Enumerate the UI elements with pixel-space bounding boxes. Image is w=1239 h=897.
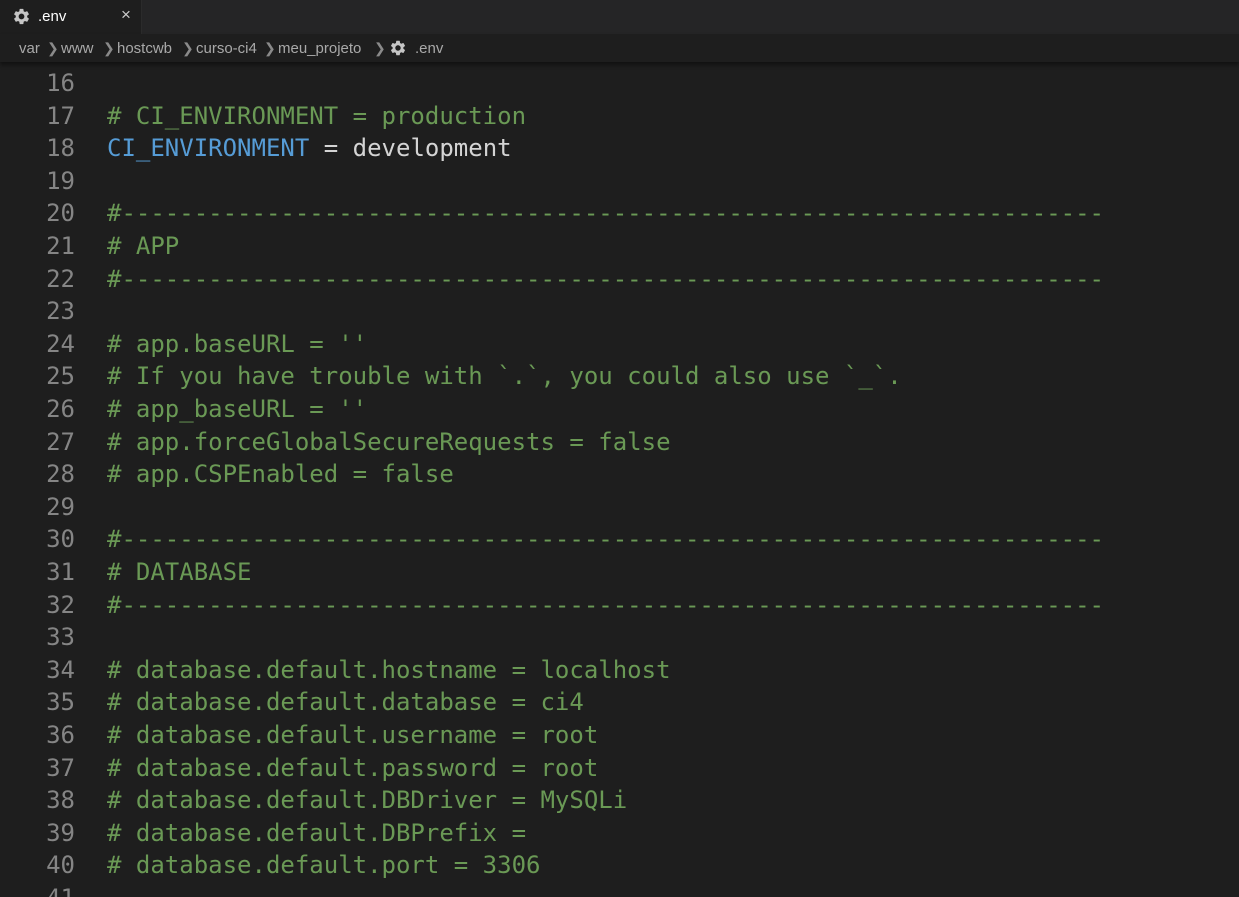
tab-bar: .env ×	[0, 0, 1239, 34]
code-line[interactable]: 21 # APP	[0, 230, 1239, 262]
code-line[interactable]: 26 # app_baseURL = ''	[0, 393, 1239, 425]
code-line[interactable]: 38 # database.default.DBDriver = MySQLi	[0, 784, 1239, 816]
line-number: 25	[46, 362, 75, 391]
line-number: 16	[46, 69, 75, 97]
line-number: 18	[46, 134, 75, 163]
line-code: # app.forceGlobalSecureRequests = false	[107, 427, 671, 456]
line-number: 23	[46, 297, 75, 326]
line-number: 19	[46, 166, 75, 195]
code-line[interactable]: 31 # DATABASE	[0, 556, 1239, 588]
code-line[interactable]: 39 # database.default.DBPrefix =	[0, 817, 1239, 849]
code-line[interactable]: 32 #-------------------------------------…	[0, 589, 1239, 621]
code-line[interactable]: 19	[0, 165, 1239, 197]
line-number: 28	[46, 460, 75, 489]
line-number: 26	[46, 395, 75, 423]
tab-label: .env	[38, 8, 67, 25]
line-code: #---------------------------------------…	[107, 199, 1104, 228]
breadcrumb-item-hostcwb[interactable]: hostcwb	[117, 40, 172, 57]
breadcrumb-item-www[interactable]: www	[61, 40, 94, 57]
code-line[interactable]: 33	[0, 621, 1239, 653]
line-code: # DATABASE	[107, 558, 252, 586]
line-number: 40	[46, 851, 75, 880]
line-code: # database.default.DBPrefix =	[107, 818, 527, 847]
line-code: # database.default.port = 3306	[107, 851, 541, 880]
line-code: # database.default.database = ci4	[107, 688, 584, 717]
line-code: # database.default.hostname = localhost	[107, 655, 671, 684]
line-code: # app.baseURL = ''	[107, 329, 368, 358]
line-number: 33	[46, 623, 75, 652]
code-line[interactable]: 29	[0, 491, 1239, 523]
code-line[interactable]: 40 # database.default.port = 3306	[0, 849, 1239, 881]
line-number: 24	[46, 329, 75, 358]
line-number: 35	[46, 688, 75, 717]
breadcrumb: var ❯ www ❯ hostcwb ❯ curso-ci4 ❯ meu_pr…	[0, 34, 1239, 62]
line-number: 37	[46, 753, 75, 782]
tab-env[interactable]: .env ×	[0, 0, 142, 34]
line-number: 17	[46, 101, 75, 130]
line-code: # database.default.username = root	[107, 721, 599, 749]
line-number: 34	[46, 655, 75, 684]
code-line[interactable]: 37 # database.default.password = root	[0, 752, 1239, 784]
line-number: 36	[46, 721, 75, 749]
line-code: #---------------------------------------…	[107, 264, 1104, 293]
code-line[interactable]: 34 # database.default.hostname = localhos…	[0, 654, 1239, 686]
line-code: # database.default.password = root	[107, 753, 599, 782]
env-value: = development	[309, 134, 512, 163]
chevron-right-icon: ❯	[374, 40, 386, 56]
line-code: #---------------------------------------…	[107, 590, 1104, 619]
code-line[interactable]: 35 # database.default.database = ci4	[0, 686, 1239, 718]
code-line[interactable]: 25 # If you have trouble with `.`, you co…	[0, 360, 1239, 392]
chevron-right-icon: ❯	[103, 40, 115, 56]
env-key: CI_ENVIRONMENT	[107, 134, 310, 163]
code-line[interactable]: 41	[0, 882, 1239, 897]
line-number: 27	[46, 427, 75, 456]
line-number: 38	[46, 786, 75, 815]
code-line[interactable]: 30 #-------------------------------------…	[0, 523, 1239, 555]
breadcrumb-item-meu-projeto[interactable]: meu_projeto	[278, 40, 361, 57]
code-line[interactable]: 36 # database.default.username = root	[0, 719, 1239, 751]
breadcrumb-item-curso-ci4[interactable]: curso-ci4	[196, 40, 257, 57]
line-number: 22	[46, 264, 75, 293]
breadcrumb-item-env[interactable]: .env	[415, 40, 443, 57]
chevron-right-icon: ❯	[47, 40, 59, 56]
code-line[interactable]: 24 # app.baseURL = ''	[0, 328, 1239, 360]
chevron-right-icon: ❯	[182, 40, 194, 56]
code-line[interactable]: 20 #-------------------------------------…	[0, 197, 1239, 229]
line-code: # If you have trouble with `.`, you coul…	[107, 362, 902, 391]
line-number: 30	[46, 525, 75, 554]
code-line[interactable]: 18 CI_ENVIRONMENT = development	[0, 132, 1239, 164]
line-number: 20	[46, 199, 75, 228]
line-code: # database.default.DBDriver = MySQLi	[107, 786, 628, 815]
line-number: 21	[46, 232, 75, 260]
line-code: #---------------------------------------…	[107, 525, 1104, 554]
line-code: CI_ENVIRONMENT = development	[107, 132, 512, 164]
line-number: 31	[46, 558, 75, 586]
gear-icon	[14, 8, 29, 25]
breadcrumb-item-var[interactable]: var	[19, 40, 40, 57]
gear-icon	[390, 40, 406, 56]
code-line[interactable]: 23	[0, 295, 1239, 327]
line-number: 32	[46, 590, 75, 619]
line-number: 39	[46, 818, 75, 847]
code-editor[interactable]: 16 17 # CI_ENVIRONMENT = production 18 CI_EN…	[0, 62, 1239, 897]
code-line[interactable]: 22 #-------------------------------------…	[0, 263, 1239, 295]
line-code: # app.CSPEnabled = false	[107, 460, 454, 489]
code-line[interactable]: 17 # CI_ENVIRONMENT = production	[0, 100, 1239, 132]
line-number: 41	[0, 882, 75, 897]
line-code: # APP	[107, 232, 180, 260]
chevron-right-icon: ❯	[264, 40, 276, 56]
close-icon[interactable]: ×	[116, 5, 136, 25]
line-code: # app_baseURL = ''	[107, 395, 368, 423]
code-line[interactable]: 16	[0, 67, 1239, 99]
code-line[interactable]: 27 # app.forceGlobalSecureRequests = fals…	[0, 426, 1239, 458]
line-number: 29	[46, 492, 75, 521]
code-line[interactable]: 28 # app.CSPEnabled = false	[0, 458, 1239, 490]
line-code: # CI_ENVIRONMENT = production	[107, 101, 527, 130]
